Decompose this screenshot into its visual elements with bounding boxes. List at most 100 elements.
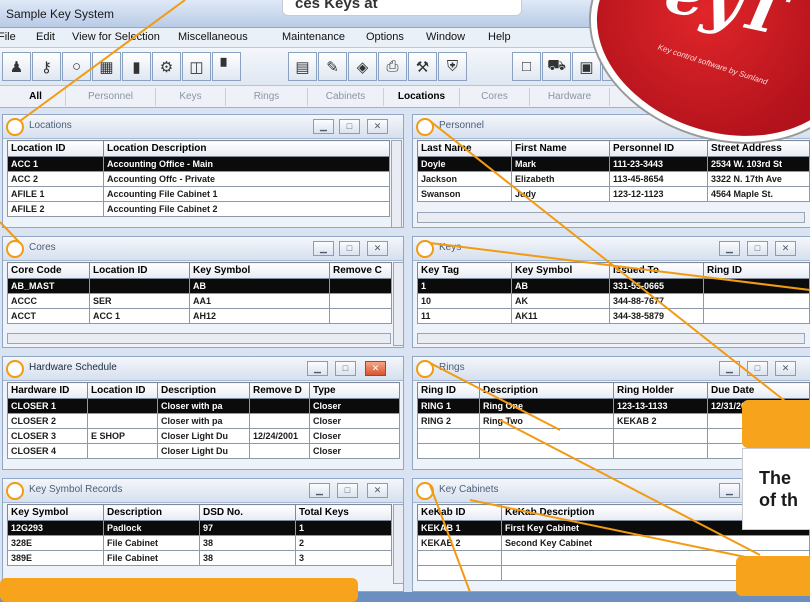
toolbar-print-icon[interactable]: ⎙	[378, 52, 407, 81]
horizontal-scrollbar[interactable]	[417, 333, 805, 344]
close-icon[interactable]: ✕	[775, 361, 796, 376]
tab-all[interactable]: All	[6, 88, 66, 106]
minimize-icon[interactable]: ▁	[719, 241, 740, 256]
menu-maintenance[interactable]: Maintenance	[282, 31, 345, 43]
minimize-icon[interactable]: ▁	[309, 483, 330, 498]
table-row[interactable]: Doyle Mark 111-23-3443 2534 W. 103rd St	[417, 156, 810, 172]
tab-rings[interactable]: Rings	[226, 88, 308, 106]
toolbar-calendar-icon[interactable]: ▣	[572, 52, 601, 81]
minimize-icon[interactable]: ▁	[313, 241, 334, 256]
toolbar-report-icon[interactable]: ▤	[288, 52, 317, 81]
menu-options[interactable]: Options	[366, 31, 404, 43]
column-header[interactable]: Remove C	[329, 262, 392, 279]
table-row[interactable]: ACC 2 Accounting Offc - Private	[7, 171, 390, 187]
vertical-scrollbar[interactable]	[393, 504, 403, 584]
vertical-scrollbar[interactable]	[391, 140, 402, 227]
column-header[interactable]: Key Symbol	[511, 262, 610, 279]
minimize-icon[interactable]: ▁	[719, 361, 740, 376]
maximize-icon[interactable]: □	[337, 483, 358, 498]
close-icon[interactable]: ✕	[775, 241, 796, 256]
minimize-icon[interactable]: ▁	[719, 483, 740, 498]
column-header[interactable]: Location Description	[103, 140, 390, 157]
table-row[interactable]: ACC 1 Accounting Office - Main	[7, 156, 390, 172]
maximize-icon[interactable]: □	[339, 241, 360, 256]
close-icon[interactable]: ✕	[367, 483, 388, 498]
column-header[interactable]: Last Name	[417, 140, 512, 157]
table-row[interactable]: AFILE 2 Accounting File Cabinet 2	[7, 201, 390, 217]
close-icon[interactable]: ✕	[365, 361, 386, 376]
table-row[interactable]: AFILE 1 Accounting File Cabinet 1	[7, 186, 390, 202]
table-row[interactable]: Jackson Elizabeth 113-45-8654 3322 N. 17th …	[417, 171, 810, 187]
minimize-icon[interactable]: ▁	[313, 119, 334, 134]
toolbar-tools-icon[interactable]: ⚒	[408, 52, 437, 81]
table-row[interactable]: 389E File Cabinet 38 3	[7, 550, 392, 566]
toolbar-truck-icon[interactable]: ⛟	[542, 52, 571, 81]
toolbar-shield-icon[interactable]: ⛨	[438, 52, 467, 81]
toolbar-personnel-icon[interactable]: ♟	[2, 52, 31, 81]
column-header[interactable]: KeKab ID	[417, 504, 502, 521]
column-header[interactable]: Ring ID	[417, 382, 480, 399]
menu-help[interactable]: Help	[488, 31, 511, 43]
toolbar-hardware-icon[interactable]: ⚙	[152, 52, 181, 81]
close-icon[interactable]: ✕	[367, 241, 388, 256]
column-header[interactable]: Personnel ID	[609, 140, 708, 157]
column-header[interactable]: Type	[309, 382, 400, 399]
toolbar-grid-icon[interactable]: ▦	[92, 52, 121, 81]
maximize-icon[interactable]: □	[747, 241, 768, 256]
maximize-icon[interactable]: □	[335, 361, 356, 376]
toolbar-folder-icon[interactable]: □	[512, 52, 541, 81]
close-icon[interactable]: ✕	[367, 119, 388, 134]
table-row[interactable]: CLOSER 3E SHOP Closer Light Du 12/24/2001 C…	[7, 428, 400, 444]
menu-miscellaneous[interactable]: Miscellaneous	[178, 31, 248, 43]
horizontal-scrollbar[interactable]	[7, 333, 391, 344]
vertical-scrollbar[interactable]	[393, 262, 403, 346]
column-header[interactable]: Remove D	[249, 382, 310, 399]
table-row[interactable]: Swanson Judy 123-12-1123 4564 Maple St.	[417, 186, 810, 202]
toolbar-lock-icon[interactable]: ◈	[348, 52, 377, 81]
table-row[interactable]: AB_MAST AB	[7, 278, 392, 294]
menu-file[interactable]: File	[0, 31, 16, 43]
minimize-icon[interactable]: ▁	[307, 361, 328, 376]
column-header[interactable]: Location ID	[89, 262, 190, 279]
column-header[interactable]: Key Tag	[417, 262, 512, 279]
tab-hardware[interactable]: Hardware	[530, 88, 610, 106]
maximize-icon[interactable]: □	[747, 361, 768, 376]
column-header[interactable]: Key Symbol	[189, 262, 330, 279]
table-row[interactable]: 12G293 Padlock 97 1	[7, 520, 392, 536]
column-header[interactable]: Location ID	[87, 382, 158, 399]
menu-edit[interactable]: Edit	[36, 31, 55, 43]
column-header[interactable]: Key Symbol	[7, 504, 104, 521]
tab-cabinets[interactable]: Cabinets	[308, 88, 384, 106]
tab-locations[interactable]: Locations	[384, 88, 460, 106]
column-header[interactable]: Issued To	[609, 262, 704, 279]
column-header[interactable]: Description	[103, 504, 200, 521]
table-row[interactable]: CLOSER 4 Closer Light Du Closer	[7, 443, 400, 459]
table-row[interactable]: 328E File Cabinet 38 2	[7, 535, 392, 551]
toolbar-cabinet-icon[interactable]: ▮	[122, 52, 151, 81]
column-header[interactable]: Core Code	[7, 262, 90, 279]
menu-window[interactable]: Window	[426, 31, 465, 43]
toolbar-door-icon[interactable]: ◫	[182, 52, 211, 81]
toolbar-core-icon[interactable]: ▘	[212, 52, 241, 81]
table-row[interactable]: 11 AK11 344-38-5879	[417, 308, 810, 324]
column-header[interactable]: Total Keys	[295, 504, 392, 521]
table-row[interactable]: ACCC SER AA1	[7, 293, 392, 309]
column-header[interactable]: Location ID	[7, 140, 104, 157]
horizontal-scrollbar[interactable]	[417, 212, 805, 223]
column-header[interactable]: DSD No.	[199, 504, 296, 521]
toolbar-key-icon[interactable]: ⚷	[32, 52, 61, 81]
column-header[interactable]: Ring ID	[703, 262, 810, 279]
toolbar-ring-icon[interactable]: ○	[62, 52, 91, 81]
toolbar-edit-icon[interactable]: ✎	[318, 52, 347, 81]
column-header[interactable]: Ring Holder	[613, 382, 708, 399]
table-row[interactable]: KEKAB 2 Second Key Cabinet	[417, 535, 810, 551]
table-row[interactable]: 1 AB 331-55-0665	[417, 278, 810, 294]
maximize-icon[interactable]: □	[339, 119, 360, 134]
column-header[interactable]: First Name	[511, 140, 610, 157]
column-header[interactable]: Description	[157, 382, 250, 399]
column-header[interactable]: Street Address	[707, 140, 810, 157]
table-row[interactable]: 10 AK 344-88-7677	[417, 293, 810, 309]
tab-cores[interactable]: Cores	[460, 88, 530, 106]
table-row[interactable]: CLOSER 1 Closer with pa Closer	[7, 398, 400, 414]
table-row[interactable]: ACCT ACC 1 AH12	[7, 308, 392, 324]
